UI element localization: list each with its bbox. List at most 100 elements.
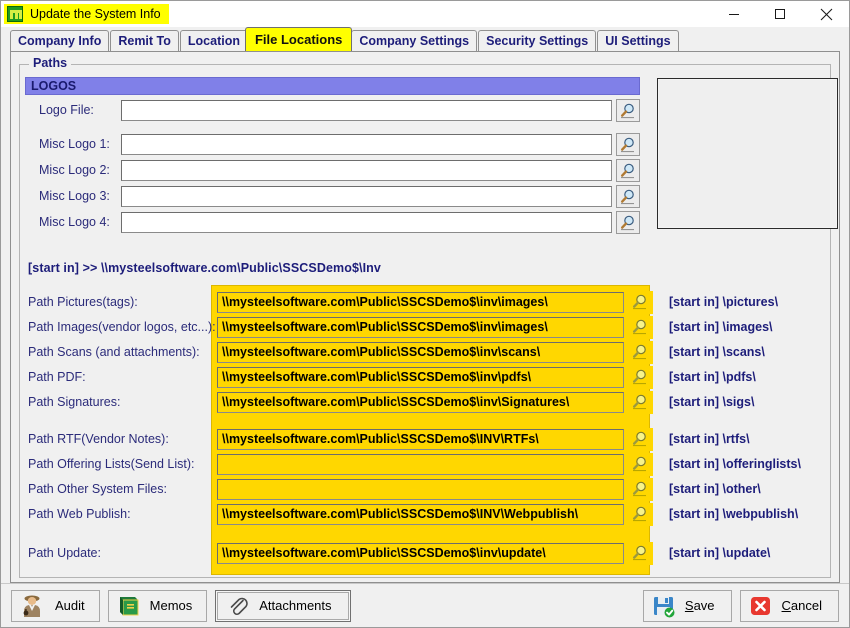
table-row: Path RTF(Vendor Notes): \\mysteelsoftwar…: [20, 427, 830, 451]
misc-logo-1-browse-magnifier-icon[interactable]: [616, 132, 640, 156]
title-highlight: Update the System Info: [4, 4, 169, 24]
table-row: Path Pictures(tags): \\mysteelsoftware.c…: [20, 290, 830, 314]
memos-button-label: Memos: [149, 598, 193, 613]
path-pictures-browse-magnifier-icon[interactable]: [629, 290, 653, 314]
path-pictures-input[interactable]: \\mysteelsoftware.com\Public\SSCSDemo$\i…: [217, 291, 624, 313]
window-controls: [711, 1, 849, 27]
path-pdf-hint: [start in] \pdfs\: [669, 370, 756, 384]
table-row: Path Web Publish: \\mysteelsoftware.com\…: [20, 502, 830, 526]
attachments-button[interactable]: Attachments: [215, 589, 351, 622]
misc-logo-2-label: Misc Logo 2:: [39, 163, 110, 177]
path-scans-input[interactable]: \\mysteelsoftware.com\Public\SSCSDemo$\i…: [217, 341, 624, 363]
path-images-label: Path Images(vendor logos, etc...):: [28, 320, 216, 334]
paperclip-icon: [226, 594, 250, 618]
table-row: Path Other System Files: [start in] \oth…: [20, 477, 830, 501]
logo-preview-box: [657, 78, 838, 229]
misc-logo-3-browse-magnifier-icon[interactable]: [616, 184, 640, 208]
paths-table: Path Pictures(tags): \\mysteelsoftware.c…: [20, 285, 830, 577]
path-pdf-label: Path PDF:: [28, 370, 86, 384]
maximize-icon[interactable]: [757, 1, 803, 27]
book-icon: [117, 594, 141, 618]
path-offering-lists-hint: [start in] \offeringlists\: [669, 457, 801, 471]
path-other-system-files-label: Path Other System Files:: [28, 482, 167, 496]
table-row: Path PDF: \\mysteelsoftware.com\Public\S…: [20, 365, 830, 389]
table-row: Path Images(vendor logos, etc...): \\mys…: [20, 315, 830, 339]
path-web-publish-hint: [start in] \webpublish\: [669, 507, 799, 521]
path-web-publish-label: Path Web Publish:: [28, 507, 131, 521]
path-offering-lists-browse-magnifier-icon[interactable]: [629, 452, 653, 476]
save-button-label: Save: [684, 598, 715, 613]
misc-logo-2-row: Misc Logo 2:: [25, 158, 640, 182]
tab-remit-to[interactable]: Remit To: [110, 30, 179, 51]
save-button[interactable]: Save: [642, 589, 732, 622]
paths-group-legend: Paths: [29, 56, 72, 70]
path-offering-lists-label: Path Offering Lists(Send List):: [28, 457, 195, 471]
path-rtf-hint: [start in] \rtfs\: [669, 432, 750, 446]
logo-file-label: Logo File:: [39, 103, 94, 117]
title-bar: Update the System Info: [1, 1, 849, 27]
start-in-banner: [start in] >> \\mysteelsoftware.com\Publ…: [28, 261, 381, 275]
path-web-publish-browse-magnifier-icon[interactable]: [629, 502, 653, 526]
path-rtf-browse-magnifier-icon[interactable]: [629, 427, 653, 451]
tab-company-settings[interactable]: Company Settings: [351, 30, 478, 51]
misc-logo-4-row: Misc Logo 4:: [25, 210, 640, 234]
cancel-x-icon: [749, 594, 773, 618]
cancel-button[interactable]: Cancel: [739, 589, 839, 622]
misc-logo-3-input[interactable]: [121, 185, 612, 207]
path-update-browse-magnifier-icon[interactable]: [629, 541, 653, 565]
logo-file-browse-magnifier-icon[interactable]: [616, 98, 640, 122]
path-scans-browse-magnifier-icon[interactable]: [629, 340, 653, 364]
path-other-system-files-hint: [start in] \other\: [669, 482, 761, 496]
logos-panel: LOGOS Logo File: Misc Logo 1: Misc Logo …: [25, 77, 640, 234]
misc-logo-4-browse-magnifier-icon[interactable]: [616, 210, 640, 234]
path-signatures-input[interactable]: \\mysteelsoftware.com\Public\SSCSDemo$\i…: [217, 391, 624, 413]
bottom-toolbar: Audit Memos Attachments Save Cancel: [1, 583, 849, 627]
table-row: Path Update: \\mysteelsoftware.com\Publi…: [20, 541, 830, 565]
misc-logo-4-label: Misc Logo 4:: [39, 215, 110, 229]
path-images-browse-magnifier-icon[interactable]: [629, 315, 653, 339]
misc-logo-1-row: Misc Logo 1:: [25, 132, 640, 156]
misc-logo-4-input[interactable]: [121, 211, 612, 233]
path-web-publish-input[interactable]: \\mysteelsoftware.com\Public\SSCSDemo$\I…: [217, 503, 624, 525]
misc-logo-3-row: Misc Logo 3:: [25, 184, 640, 208]
path-images-hint: [start in] \images\: [669, 320, 773, 334]
path-update-input[interactable]: \\mysteelsoftware.com\Public\SSCSDemo$\i…: [217, 542, 624, 564]
close-icon[interactable]: [803, 1, 849, 27]
misc-logo-2-input[interactable]: [121, 159, 612, 181]
attachments-button-label: Attachments: [259, 598, 332, 613]
misc-logo-1-label: Misc Logo 1:: [39, 137, 110, 151]
path-scans-label: Path Scans (and attachments):: [28, 345, 200, 359]
misc-logo-2-browse-magnifier-icon[interactable]: [616, 158, 640, 182]
detective-person-icon: [20, 594, 46, 618]
tab-strip: Company Info Remit To Location File Loca…: [1, 27, 849, 51]
misc-logo-1-input[interactable]: [121, 133, 612, 155]
cancel-button-label: Cancel: [781, 598, 822, 613]
path-update-label: Path Update:: [28, 546, 101, 560]
path-scans-hint: [start in] \scans\: [669, 345, 765, 359]
app-icon: [7, 6, 23, 22]
tab-location[interactable]: Location: [179, 30, 248, 51]
path-pdf-browse-magnifier-icon[interactable]: [629, 365, 653, 389]
tab-file-locations[interactable]: File Locations: [244, 27, 353, 51]
path-rtf-input[interactable]: \\mysteelsoftware.com\Public\SSCSDemo$\I…: [217, 428, 624, 450]
table-row: Path Offering Lists(Send List): [start i…: [20, 452, 830, 476]
path-other-system-files-input[interactable]: [217, 478, 624, 500]
tab-ui-settings[interactable]: UI Settings: [597, 30, 679, 51]
memos-button[interactable]: Memos: [107, 589, 208, 622]
path-pictures-label: Path Pictures(tags):: [28, 295, 138, 309]
save-floppy-icon: [652, 594, 676, 618]
tab-page-file-locations: Paths LOGOS Logo File: Misc Logo 1: Misc…: [10, 51, 840, 583]
paths-group-box: Paths LOGOS Logo File: Misc Logo 1: Misc…: [19, 56, 838, 578]
audit-button[interactable]: Audit: [11, 589, 100, 622]
path-images-input[interactable]: \\mysteelsoftware.com\Public\SSCSDemo$\i…: [217, 316, 624, 338]
path-pdf-input[interactable]: \\mysteelsoftware.com\Public\SSCSDemo$\i…: [217, 366, 624, 388]
path-signatures-browse-magnifier-icon[interactable]: [629, 390, 653, 414]
path-other-system-files-browse-magnifier-icon[interactable]: [629, 477, 653, 501]
path-offering-lists-input[interactable]: [217, 453, 624, 475]
path-signatures-label: Path Signatures:: [28, 395, 121, 409]
tab-company-info[interactable]: Company Info: [10, 30, 110, 51]
path-rtf-label: Path RTF(Vendor Notes):: [28, 432, 169, 446]
logo-file-input[interactable]: [121, 99, 612, 121]
tab-security-settings[interactable]: Security Settings: [478, 30, 597, 51]
minimize-icon[interactable]: [711, 1, 757, 27]
